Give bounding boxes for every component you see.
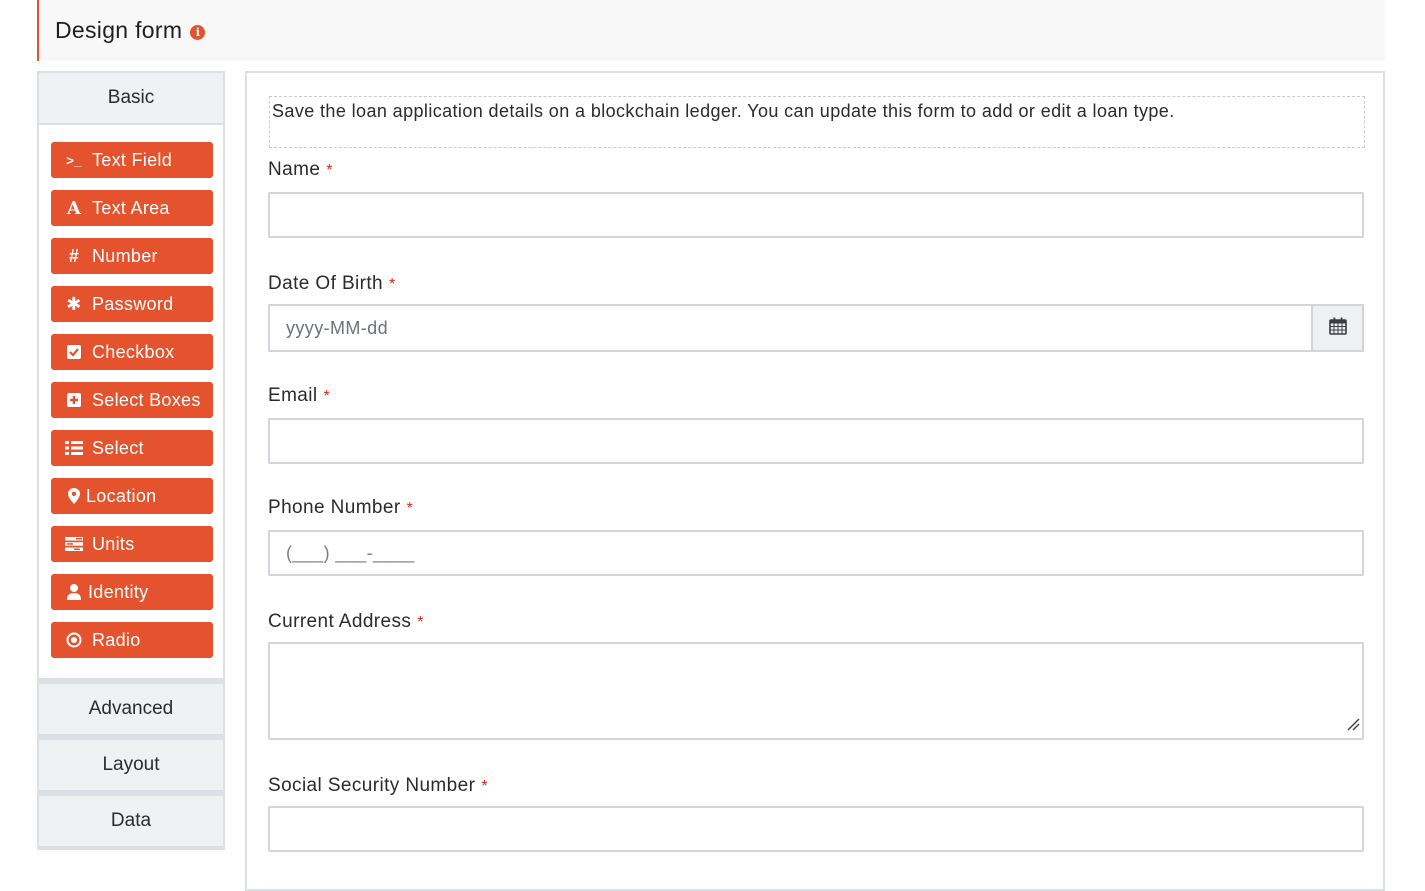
component-label: Identity [88,581,149,602]
component-select-boxes[interactable]: Select Boxes [51,382,213,418]
dob-field: yyyy-MM-dd [268,304,1364,352]
component-identity[interactable]: Identity [51,574,213,610]
required-mark: * [389,276,396,293]
email-input[interactable] [268,418,1364,464]
component-units[interactable]: Units [51,526,213,562]
component-text-field[interactable]: >_ Text Field [51,142,213,178]
hashtag-icon: # [68,245,80,266]
required-mark: * [417,614,424,631]
required-mark: * [326,162,333,179]
tasks-icon [62,537,86,551]
font-icon: A [66,197,82,219]
email-label-text: Email [268,385,318,406]
check-square-icon [62,344,86,360]
group-advanced[interactable]: Advanced [37,682,225,738]
name-label: Name * [268,159,333,181]
address-label-text: Current Address [268,611,412,632]
component-label: Location [86,485,157,506]
component-sidebar: Basic >_ Text Field A Text Area # Number… [37,71,225,850]
email-label: Email * [268,385,330,407]
component-label: Radio [92,629,141,650]
component-label: Select Boxes [92,389,201,410]
component-label: Text Field [92,149,173,170]
component-label: Select [92,437,144,458]
name-input[interactable] [268,192,1364,238]
dob-label: Date Of Birth * [268,273,396,295]
user-icon [62,584,86,600]
component-number[interactable]: # Number [51,238,213,274]
calendar-icon [1328,317,1347,340]
asterisk-icon: ✱ [66,293,82,314]
ssn-label-text: Social Security Number [268,775,476,796]
group-data[interactable]: Data [37,794,225,850]
component-label: Checkbox [92,341,175,362]
component-radio[interactable]: Radio [51,622,213,658]
name-label-text: Name [268,159,321,180]
phone-label: Phone Number * [268,497,413,519]
terminal-icon: >_ [66,152,82,168]
component-label: Text Area [92,197,170,218]
address-label: Current Address * [268,611,424,633]
component-label: Password [92,293,174,314]
form-description[interactable]: Save the loan application details on a b… [269,96,1365,148]
address-textarea[interactable] [268,642,1364,740]
component-password[interactable]: ✱ Password [51,286,213,322]
group-basic[interactable]: Basic [37,71,225,125]
dot-circle-icon [62,632,86,648]
component-label: Units [92,533,135,554]
dob-input[interactable]: yyyy-MM-dd [268,304,1311,352]
required-mark: * [323,388,331,405]
component-text-area[interactable]: A Text Area [51,190,213,226]
ssn-label: Social Security Number * [268,775,488,797]
component-select[interactable]: Select [51,430,213,466]
calendar-button[interactable] [1311,304,1364,352]
ssn-input[interactable] [268,806,1364,852]
required-mark: * [481,778,488,795]
required-mark: * [406,500,414,517]
resize-grip-icon[interactable] [1346,717,1360,736]
component-checkbox[interactable]: Checkbox [51,334,213,370]
phone-label-text: Phone Number [268,497,401,518]
component-label: Number [92,245,158,266]
map-marker-icon [62,488,86,504]
group-layout[interactable]: Layout [37,738,225,794]
phone-input[interactable]: (___) ___-____ [268,530,1364,576]
form-builder-canvas: Save the loan application details on a b… [245,71,1385,891]
basic-components: >_ Text Field A Text Area # Number ✱ Pas… [37,125,225,682]
page-title: Design form [55,17,183,43]
component-location[interactable]: Location [51,478,213,514]
list-icon [62,441,86,455]
dob-label-text: Date Of Birth [268,273,384,294]
plus-square-icon [62,392,86,408]
page-header: Design form i [37,0,1385,61]
info-icon[interactable]: i [190,24,206,40]
